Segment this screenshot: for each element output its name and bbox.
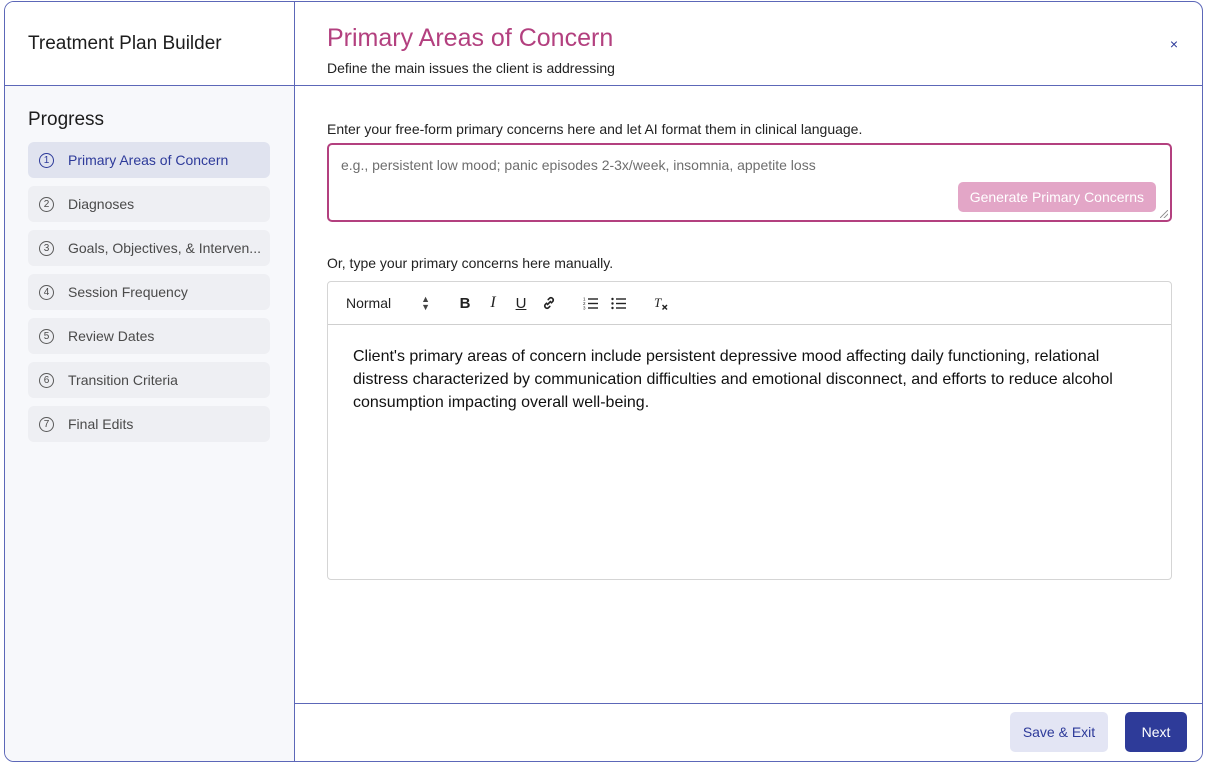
clear-format-icon-svg: T [654, 295, 668, 310]
step-number-icon: 7 [39, 416, 54, 432]
ordered-list-icon[interactable]: 1 2 3 [580, 292, 602, 314]
link-icon[interactable] [538, 292, 560, 314]
resize-handle-icon[interactable] [1160, 210, 1168, 218]
step-number-icon: 1 [39, 152, 54, 168]
treatment-plan-modal: Treatment Plan Builder Progress 1 Primar… [4, 1, 1203, 762]
step-number-icon: 6 [39, 372, 54, 388]
ai-prompt-label: Enter your free-form primary concerns he… [327, 121, 863, 137]
step-number-icon: 2 [39, 196, 54, 212]
footer: Save & Exit Next [295, 703, 1202, 761]
step-label: Goals, Objectives, & Interven... [68, 240, 261, 256]
close-icon[interactable]: × [1166, 36, 1182, 52]
link-icon-svg [544, 297, 554, 309]
step-transition-criteria[interactable]: 6 Transition Criteria [28, 362, 270, 398]
step-label: Primary Areas of Concern [68, 152, 229, 168]
step-label: Review Dates [68, 328, 155, 344]
sidebar-header: Treatment Plan Builder [5, 2, 294, 86]
step-number-icon: 3 [39, 240, 54, 256]
progress-title: Progress [28, 109, 105, 130]
italic-icon[interactable]: I [482, 292, 504, 314]
step-session-frequency[interactable]: 4 Session Frequency [28, 274, 270, 310]
bold-icon[interactable]: B [454, 292, 476, 314]
step-primary-areas-of-concern[interactable]: 1 Primary Areas of Concern [28, 142, 270, 178]
step-label: Transition Criteria [68, 372, 178, 388]
step-review-dates[interactable]: 5 Review Dates [28, 318, 270, 354]
save-exit-button[interactable]: Save & Exit [1010, 712, 1108, 752]
editor-content[interactable]: Client's primary areas of concern includ… [328, 325, 1171, 434]
main-header: Primary Areas of Concern Define the main… [295, 2, 1202, 86]
rich-text-editor: Normal ▲ ▼ B I U 1 2 3 T Client's primar… [327, 281, 1172, 580]
step-goals-objectives-interventions[interactable]: 3 Goals, Objectives, & Interven... [28, 230, 270, 266]
text-format-value: Normal [346, 295, 392, 311]
step-diagnoses[interactable]: 2 Diagnoses [28, 186, 270, 222]
next-button[interactable]: Next [1125, 712, 1187, 752]
step-label: Final Edits [68, 416, 134, 432]
editor-toolbar: Normal ▲ ▼ B I U 1 2 3 T [328, 282, 1171, 325]
sidebar: Treatment Plan Builder Progress 1 Primar… [5, 2, 295, 761]
step-label: Diagnoses [68, 196, 135, 212]
text-format-select[interactable]: Normal ▲ ▼ [346, 294, 432, 312]
svg-text:T: T [654, 295, 662, 310]
progress-steps: 1 Primary Areas of Concern 2 Diagnoses 3… [28, 142, 270, 450]
step-number-icon: 5 [39, 328, 54, 344]
page-subtitle: Define the main issues the client is add… [327, 60, 615, 76]
main-panel: Primary Areas of Concern Define the main… [295, 2, 1202, 761]
ai-concerns-input[interactable] [341, 157, 941, 173]
step-label: Session Frequency [68, 284, 188, 300]
app-title: Treatment Plan Builder [28, 32, 222, 54]
bullet-list-icon[interactable] [608, 292, 630, 314]
ordered-list-icon-svg: 1 2 3 [583, 297, 598, 311]
step-number-icon: 4 [39, 284, 54, 300]
generate-primary-concerns-button[interactable]: Generate Primary Concerns [957, 182, 1156, 212]
manual-entry-label: Or, type your primary concerns here manu… [327, 255, 614, 271]
select-arrows-icon: ▲ ▼ [421, 294, 431, 312]
underline-icon[interactable]: U [510, 292, 532, 314]
step-final-edits[interactable]: 7 Final Edits [28, 406, 270, 442]
bullet-list-icon-svg [611, 297, 626, 310]
ai-concerns-textarea[interactable]: Generate Primary Concerns [327, 143, 1172, 222]
clear-format-icon[interactable]: T [650, 292, 672, 314]
svg-text:3: 3 [583, 306, 586, 311]
page-title: Primary Areas of Concern [327, 24, 614, 52]
